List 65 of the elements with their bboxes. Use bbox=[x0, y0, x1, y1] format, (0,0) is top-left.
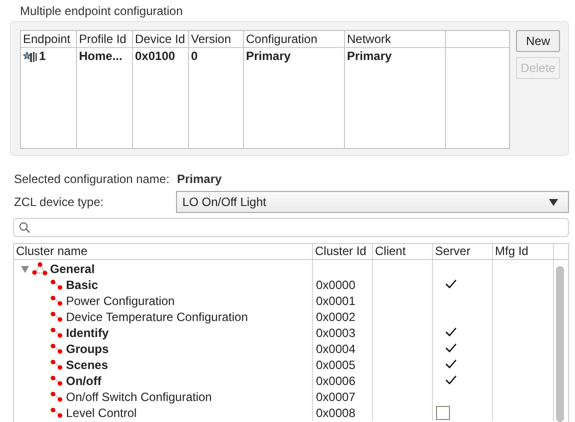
field-label: ZCL device type: bbox=[14, 195, 105, 209]
dropdown-caret-icon bbox=[549, 198, 558, 206]
column-header[interactable]: Endpoint bbox=[21, 31, 76, 48]
table-cell: 1 bbox=[39, 48, 46, 65]
search-icon bbox=[19, 222, 30, 233]
column-header[interactable]: Network bbox=[345, 31, 445, 48]
cluster-group-name[interactable]: General bbox=[50, 262, 95, 276]
configuration-name: Primary bbox=[177, 172, 222, 186]
column-header[interactable]: Cluster Id bbox=[313, 244, 373, 259]
expand-arrow-icon[interactable] bbox=[20, 264, 30, 274]
cluster-id: 0x0005 bbox=[316, 358, 356, 372]
cluster-id: 0x0002 bbox=[316, 310, 356, 324]
cluster-group-icon bbox=[32, 262, 48, 276]
cluster-icon bbox=[50, 359, 64, 371]
check-icon bbox=[445, 343, 457, 353]
cluster-name[interactable]: Basic bbox=[66, 278, 98, 292]
endpoint-icon bbox=[23, 50, 37, 62]
cluster-name[interactable]: Power Configuration bbox=[66, 294, 175, 308]
cluster-icon bbox=[50, 279, 64, 291]
check-icon bbox=[445, 327, 457, 337]
table-cell: 0x0100 bbox=[135, 48, 176, 65]
column-header[interactable]: Server bbox=[433, 244, 493, 259]
check-icon bbox=[445, 375, 457, 385]
column-header[interactable]: Client bbox=[373, 244, 433, 259]
check-icon bbox=[445, 359, 457, 369]
table-cell: Primary bbox=[347, 48, 392, 65]
cluster-icon bbox=[50, 327, 64, 339]
column-header[interactable]: Mfg Id bbox=[493, 244, 554, 259]
field-label: Selected configuration name: bbox=[14, 172, 170, 186]
server-cell[interactable] bbox=[433, 405, 493, 421]
cluster-name[interactable]: Scenes bbox=[66, 358, 108, 372]
cluster-id: 0x0003 bbox=[316, 326, 356, 340]
table-cell: 0 bbox=[191, 48, 198, 65]
cluster-name[interactable]: On/off bbox=[66, 374, 102, 388]
cluster-name[interactable]: Device Temperature Configuration bbox=[66, 310, 248, 324]
column-header[interactable]: Configuration bbox=[244, 31, 344, 48]
column-header[interactable]: Profile Id bbox=[77, 31, 132, 48]
scrollbar-thumb[interactable] bbox=[556, 266, 564, 422]
search-field[interactable] bbox=[13, 218, 569, 237]
cluster-name[interactable]: Level Control bbox=[66, 406, 137, 420]
column-header[interactable]: Device Id bbox=[133, 31, 188, 48]
cluster-id: 0x0004 bbox=[316, 342, 356, 356]
cluster-icon bbox=[50, 391, 64, 403]
table-cell: Primary bbox=[246, 48, 291, 65]
cluster-name[interactable]: On/off Switch Configuration bbox=[66, 390, 212, 404]
cluster-icon bbox=[50, 295, 64, 307]
device-type-dropdown[interactable]: LO On/Off Light bbox=[176, 191, 569, 213]
column-header[interactable]: Cluster name bbox=[14, 244, 313, 259]
column-header[interactable]: Version bbox=[189, 31, 243, 48]
check-icon bbox=[445, 279, 457, 289]
cluster-id: 0x0001 bbox=[316, 294, 356, 308]
cluster-icon bbox=[50, 407, 64, 419]
cluster-icon bbox=[50, 311, 64, 323]
cluster-icon bbox=[50, 343, 64, 355]
table-cell: Home... bbox=[79, 48, 122, 65]
action-button[interactable]: New bbox=[516, 30, 560, 52]
server-checkbox[interactable] bbox=[436, 406, 450, 420]
cluster-name[interactable]: Identify bbox=[66, 326, 109, 340]
cluster-icon bbox=[50, 375, 64, 387]
cluster-id: 0x0000 bbox=[316, 278, 356, 292]
cluster-id: 0x0007 bbox=[316, 390, 356, 404]
cluster-id: 0x0006 bbox=[316, 374, 356, 388]
group-title: Multiple endpoint configuration bbox=[20, 4, 184, 19]
cluster-id: 0x0008 bbox=[316, 406, 356, 420]
cluster-name[interactable]: Groups bbox=[66, 342, 109, 356]
